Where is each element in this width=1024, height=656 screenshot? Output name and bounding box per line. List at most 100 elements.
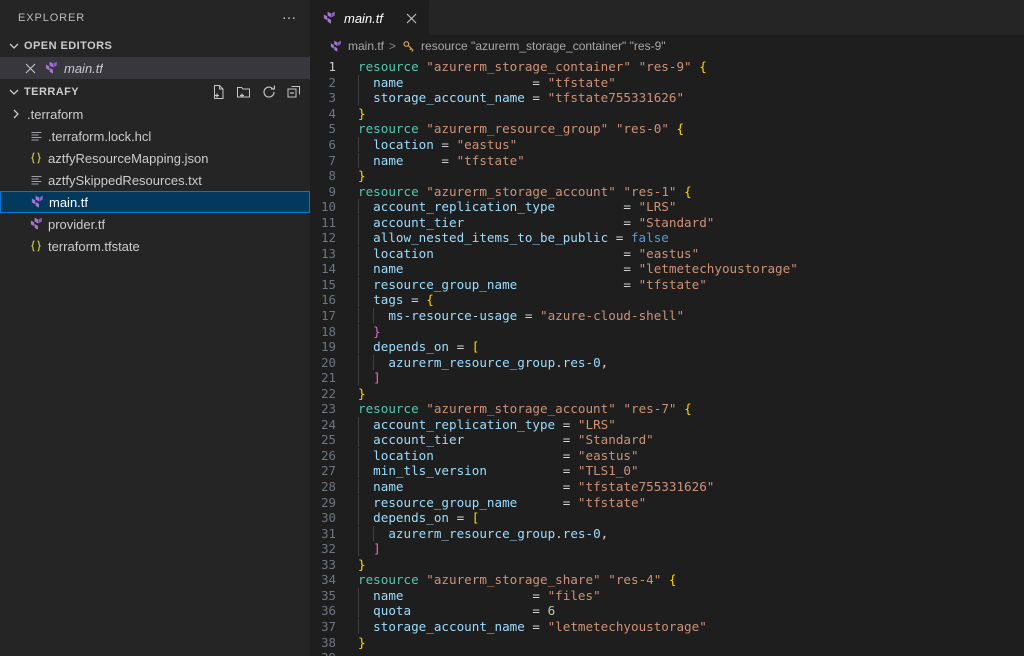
code-line-text: tags = { [354,292,434,308]
tree-item-provider-tf[interactable]: provider.tf [0,213,310,235]
tree-item-aztfyskippedresources-txt[interactable]: aztfySkippedResources.txt [0,169,310,191]
chevron-down-icon [6,38,22,54]
code-token: } [358,556,366,572]
code-line[interactable]: 11 account_tier = "Standard" [310,214,1024,230]
code-line[interactable]: 17 ms-resource-usage = "azure-cloud-shel… [310,308,1024,324]
code-token: "azurerm_storage_account" [426,401,616,417]
code-line[interactable]: 36 quota = 6 [310,603,1024,619]
code-line[interactable]: 20 azurerm_resource_group.res-0, [310,354,1024,370]
indent-guide [373,354,375,370]
tab-main-tf[interactable]: main.tf [310,0,430,35]
code-line[interactable]: 5 resource "azurerm_resource_group" "res-… [310,121,1024,137]
breadcrumb-symbol[interactable]: resource "azurerm_storage_container" "re… [421,39,665,53]
collapse-all-icon[interactable] [286,84,302,100]
close-icon[interactable] [22,60,38,76]
new-file-icon[interactable] [211,84,227,100]
code-line[interactable]: 27 min_tls_version = "TLS1_0" [310,463,1024,479]
code-line[interactable]: 30 depends_on = [ [310,510,1024,526]
code-line[interactable]: 12 allow_nested_items_to_be_public = fal… [310,230,1024,246]
code-line[interactable]: 38} [310,634,1024,650]
code-line[interactable]: 2 name = "tfstate" [310,74,1024,91]
code-token: "res-0" [615,121,669,137]
editor-area: main.tf main.tf > resource "azurerm_stor… [310,0,1024,656]
code-line[interactable]: 19 depends_on = [ [310,339,1024,355]
code-line[interactable]: 32 ] [310,541,1024,557]
breadcrumb-file[interactable]: main.tf [348,39,384,53]
indent-guide [358,90,359,106]
indent-guide [358,432,359,448]
tree-item-terraform-tfstate[interactable]: terraform.tfstate [0,235,310,257]
refresh-icon[interactable] [261,84,277,100]
tree-item-aztfyresourcemapping-json[interactable]: aztfyResourceMapping.json [0,147,310,169]
tree-item-label: terraform.tfstate [48,238,140,254]
tree-item-terraform-folder[interactable]: .terraform [0,103,310,125]
code-line[interactable]: 16 tags = { [310,292,1024,308]
code-line[interactable]: 28 name = "tfstate755331626" [310,479,1024,495]
code-line[interactable]: 33} [310,557,1024,573]
tree-item-main-tf[interactable]: main.tf [0,191,310,213]
line-number: 25 [321,432,336,448]
tree-item-label: .terraform.lock.hcl [48,128,152,144]
code-token: { [684,183,692,199]
code-line[interactable]: 9 resource "azurerm_storage_account" "res… [310,183,1024,199]
code-token: "azurerm_resource_group" [426,121,609,137]
code-line[interactable]: 3 storage_account_name = "tfstate7553316… [310,90,1024,106]
open-editors-section-header[interactable]: OPEN EDITORS [0,35,310,57]
code-line[interactable]: 15 resource_group_name = "tfstate" [310,276,1024,293]
line-number: 26 [321,447,336,463]
close-icon[interactable] [403,10,419,26]
code-line[interactable]: 1 resource "azurerm_storage_container" "r… [310,59,1024,75]
code-line[interactable]: 8} [310,168,1024,184]
code-token: location [373,447,434,463]
code-line[interactable]: 25 account_tier = "Standard" [310,432,1024,448]
tree-item-label: aztfyResourceMapping.json [48,150,209,166]
code-line[interactable]: 35 name = "files" [310,587,1024,604]
code-line[interactable]: 6 location = "eastus" [310,137,1024,153]
new-folder-icon[interactable] [236,84,252,100]
code-editor[interactable]: 1 resource "azurerm_storage_container" "r… [310,57,1024,656]
code-line[interactable]: 14 name = "letmetechyoustorage" [310,261,1024,277]
line-number: 15 [321,276,336,292]
code-line[interactable]: 18 } [310,323,1024,339]
code-line[interactable]: 21 ] [310,370,1024,386]
indent-guide [358,292,359,308]
indent-guide [358,416,359,432]
code-line[interactable]: 10 account_replication_type = "LRS" [310,199,1024,215]
code-line[interactable]: 13 location = "eastus" [310,245,1024,262]
workspace-section-header[interactable]: TERRAFY [0,81,310,103]
code-line[interactable]: 37 storage_account_name = "letmetechyous… [310,618,1024,635]
code-line-text: resource "azurerm_storage_share" "res-4"… [354,572,677,587]
more-actions-icon[interactable]: … [282,7,299,26]
code-line[interactable]: 23 resource "azurerm_storage_account" "re… [310,401,1024,417]
code-token: ] [373,370,381,386]
code-line[interactable]: 24 account_replication_type = "LRS" [310,416,1024,433]
explorer-title-bar: EXPLORER … [0,0,310,35]
code-token: = [608,230,631,246]
code-token: = [411,603,548,619]
code-line[interactable]: 29 resource_group_name = "tfstate" [310,494,1024,510]
code-token: = [517,308,540,324]
open-editors-label: OPEN EDITORS [24,40,113,52]
code-line[interactable]: 39 [310,650,1024,656]
code-line[interactable]: 7 name = "tfstate" [310,152,1024,168]
code-token: = [403,587,548,603]
code-token: "azure-cloud-shell" [540,308,685,324]
code-line[interactable]: 31 azurerm_resource_group.res-0, [310,525,1024,541]
code-line[interactable]: 4} [310,106,1024,122]
code-token: storage_account_name [373,90,525,106]
code-token: "files" [547,587,601,603]
code-token: , [600,525,609,541]
code-token: false [630,230,669,246]
open-editor-item-main-tf[interactable]: main.tf [0,57,310,79]
code-line[interactable]: 22} [310,385,1024,401]
code-line-text: account_tier = "Standard" [354,432,654,448]
code-token: tags [373,292,404,308]
code-line[interactable]: 34 resource "azurerm_storage_share" "res-… [310,572,1024,588]
code-token: = [433,137,457,152]
code-line[interactable]: 26 location = "eastus" [310,447,1024,464]
tree-item-terraform-lock-hcl[interactable]: .terraform.lock.hcl [0,125,310,147]
